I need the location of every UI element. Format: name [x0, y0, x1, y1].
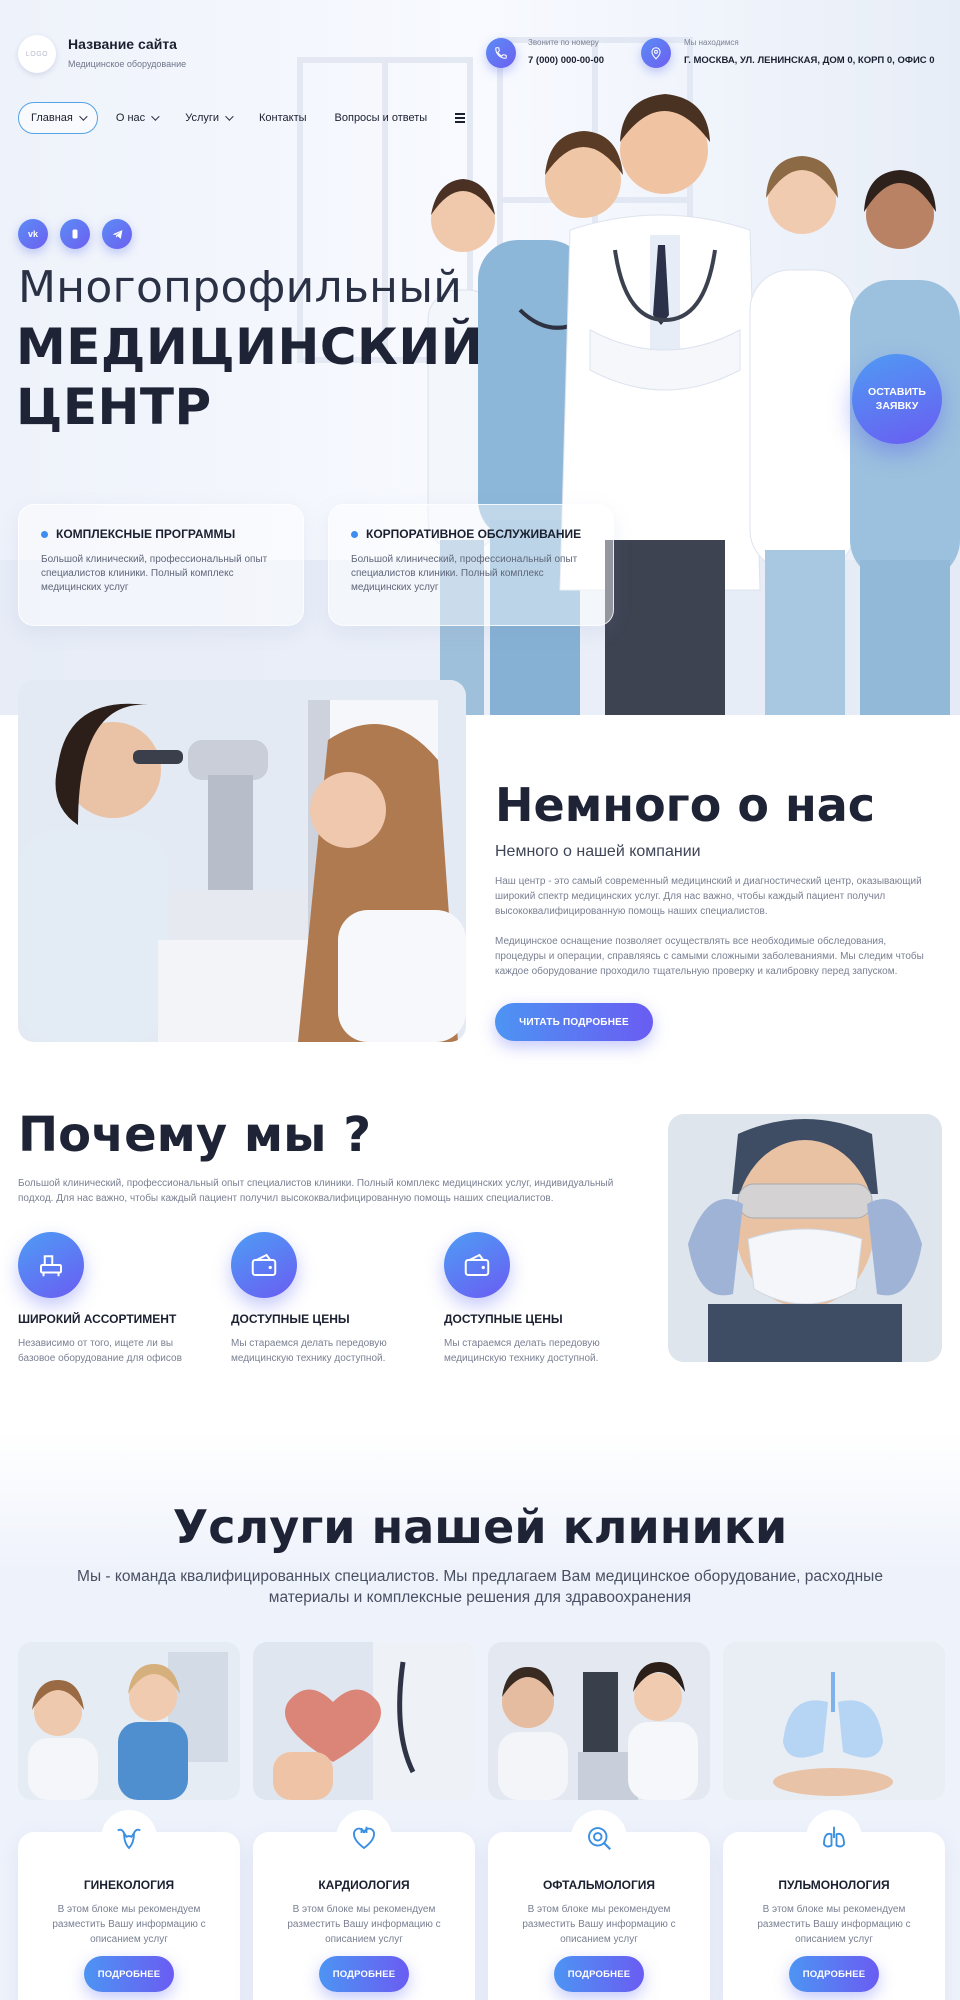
about-paragraph-2: Медицинское оснащение позволяет осуществ… — [495, 936, 924, 977]
service-card-cardiology[interactable]: КАРДИОЛОГИЯ В этом блоке мы рекомендуем … — [253, 1810, 475, 2000]
hero-card-text: Большой клинический, профессиональный оп… — [351, 554, 578, 593]
feature-title: ДОСТУПНЫЕ ЦЕНЫ — [444, 1312, 563, 1326]
feature-prices-1: ДОСТУПНЫЕ ЦЕНЫ Мы стараемся делать перед… — [231, 1232, 431, 1366]
hamburger-icon[interactable] — [455, 113, 466, 123]
hero-card-text: Большой клинический, профессиональный оп… — [41, 554, 268, 593]
viber-icon[interactable] — [60, 219, 90, 249]
nav-item-label: Услуги — [185, 112, 220, 124]
feature-text: Мы стараемся делать передовую медицинску… — [231, 1338, 387, 1364]
service-card-gynecology[interactable]: ГИНЕКОЛОГИЯ В этом блоке мы рекомендуем … — [18, 1810, 240, 2000]
nav-item-label: Вопросы и ответы — [334, 112, 428, 124]
hero-section: LOGO Название сайта Медицинское оборудов… — [0, 0, 960, 715]
services-subtitle: Мы - команда квалифицированных специалис… — [77, 1568, 883, 1606]
nav-item-contacts[interactable]: Контакты — [249, 102, 317, 134]
hero-card-programs[interactable]: КОМПЛЕКСНЫЕ ПРОГРАММЫ Большой клинически… — [18, 504, 304, 626]
service-details-button[interactable]: ПОДРОБНЕЕ — [84, 1956, 174, 1992]
location-icon — [641, 38, 671, 68]
feature-title: ШИРОКИЙ АССОРТИМЕНТ — [18, 1312, 177, 1326]
phone-number[interactable]: 7 (000) 000-00-00 — [528, 55, 604, 66]
hero-card-title: КОМПЛЕКСНЫЕ ПРОГРАММЫ — [56, 527, 236, 541]
feature-title: ДОСТУПНЫЕ ЦЕНЫ — [231, 1312, 350, 1326]
service-text: В этом блоке мы рекомендуем разместить В… — [757, 1904, 911, 1945]
service-name: ГИНЕКОЛОГИЯ — [83, 1878, 175, 1892]
service-text: В этом блоке мы рекомендуем разместить В… — [287, 1904, 441, 1945]
service-name: ОФТАЛЬМОЛОГИЯ — [542, 1878, 656, 1892]
service-card-pulmonology[interactable]: ПУЛЬМОНОЛОГИЯ В этом блоке мы рекомендуе… — [723, 1810, 945, 2000]
chevron-down-icon — [79, 112, 88, 121]
nav-item-home[interactable]: Главная — [18, 102, 98, 134]
bullet-dot — [351, 530, 358, 538]
hero-card-title: КОРПОРАТИВНОЕ ОБСЛУЖИВАНИЕ — [366, 527, 582, 541]
hero-card-corporate[interactable]: КОРПОРАТИВНОЕ ОБСЛУЖИВАНИЕ Большой клини… — [328, 504, 614, 626]
hero-title-line2: МЕДИЦИНСКИЙ — [16, 318, 484, 376]
service-text: В этом блоке мы рекомендуем разместить В… — [522, 1904, 676, 1945]
hero-title-line1: Многопрофильный — [18, 262, 463, 313]
why-us-title: Почему мы ? — [18, 1107, 372, 1163]
about-paragraph-1: Наш центр - это самый современный медици… — [495, 876, 922, 917]
site-logo[interactable]: LOGO — [18, 35, 56, 73]
bullet-dot — [41, 530, 48, 538]
service-text: В этом блоке мы рекомендуем разместить В… — [52, 1904, 206, 1945]
feature-assortment: ШИРОКИЙ АССОРТИМЕНТ Независимо от того, … — [18, 1232, 218, 1366]
nav-item-label: Главная — [31, 112, 73, 124]
wallet-icon — [231, 1232, 297, 1298]
service-name: ПУЛЬМОНОЛОГИЯ — [778, 1878, 890, 1892]
telegram-icon[interactable] — [102, 219, 132, 249]
pulmonology-photo — [723, 1642, 945, 1800]
heart-icon — [336, 1810, 392, 1866]
nav-item-label: Контакты — [259, 112, 307, 124]
service-card-ophthalmology[interactable]: ОФТАЛЬМОЛОГИЯ В этом блоке мы рекомендуе… — [488, 1810, 710, 2000]
feature-text: Мы стараемся делать передовую медицинску… — [444, 1338, 600, 1364]
services-title: Услуги нашей клиники — [172, 1500, 788, 1554]
address-label: Мы находимся — [684, 38, 739, 47]
about-subtitle: Немного о нашей компании — [495, 843, 701, 860]
nav-item-services[interactable]: Услуги — [175, 102, 241, 134]
about-title: Немного о нас — [495, 778, 876, 832]
phone-label: Звоните по номеру — [528, 38, 599, 47]
chevron-down-icon — [225, 112, 234, 121]
phone-icon — [486, 38, 516, 68]
service-details-button[interactable]: ПОДРОБНЕЕ — [319, 1956, 409, 1992]
uterus-icon — [101, 1810, 157, 1866]
nav-item-about[interactable]: О нас — [106, 102, 167, 134]
about-photo-ophthalmology — [18, 680, 466, 1042]
read-more-button[interactable]: ЧИТАТЬ ПОДРОБНЕЕ — [495, 1003, 653, 1041]
feature-text: Независимо от того, ищете ли вы базовое … — [18, 1338, 182, 1364]
lungs-icon — [806, 1810, 862, 1866]
site-subtitle: Медицинское оборудование — [68, 59, 187, 69]
nav-item-faq[interactable]: Вопросы и ответы — [325, 102, 438, 134]
hero-title-line3: ЦЕНТР — [16, 378, 212, 436]
service-details-button[interactable]: ПОДРОБНЕЕ — [554, 1956, 644, 1992]
chevron-down-icon — [151, 112, 160, 121]
request-button[interactable]: ОСТАВИТЬ ЗАЯВКУ — [852, 354, 942, 444]
address-text: Г. МОСКВА, УЛ. ЛЕНИНСКАЯ, ДОМ 0, КОРП 0,… — [684, 55, 935, 66]
cardiology-photo — [253, 1642, 475, 1800]
feature-prices-2: ДОСТУПНЫЕ ЦЕНЫ Мы стараемся делать перед… — [444, 1232, 644, 1366]
service-name: КАРДИОЛОГИЯ — [318, 1878, 410, 1892]
vk-icon[interactable]: vk — [18, 219, 48, 249]
wallet-icon — [444, 1232, 510, 1298]
service-details-button[interactable]: ПОДРОБНЕЕ — [789, 1956, 879, 1992]
main-nav: Главная О нас Услуги Контакты Вопросы и … — [18, 102, 466, 134]
equipment-icon — [18, 1232, 84, 1298]
ophthalmology-photo — [488, 1642, 710, 1800]
nav-item-label: О нас — [115, 112, 146, 124]
vk-label: vk — [27, 229, 38, 239]
gynecology-photo — [18, 1642, 240, 1800]
site-title[interactable]: Название сайта — [68, 36, 177, 52]
eye-icon — [571, 1810, 627, 1866]
why-us-text: Большой клинический, профессиональный оп… — [18, 1178, 614, 1204]
doctor-mask-photo — [668, 1114, 942, 1362]
